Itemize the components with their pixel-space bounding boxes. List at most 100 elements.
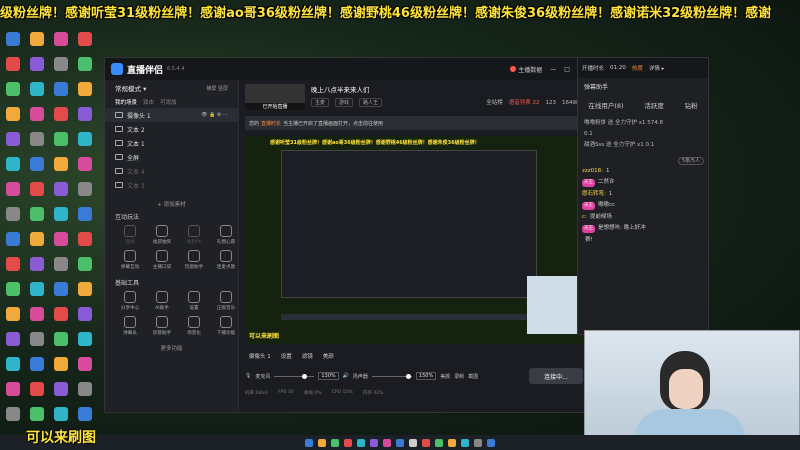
source-tools[interactable]: 👁 🔒 ⚙ ⋯ <box>201 112 228 118</box>
taskbar-app-icon[interactable] <box>461 438 469 447</box>
desktop-shortcut-icon[interactable] <box>2 157 24 172</box>
tool-item[interactable]: 连线 <box>117 225 143 245</box>
screenshot-button[interactable]: 截图 <box>468 373 478 380</box>
desktop-shortcut-icon[interactable] <box>50 207 72 222</box>
speaker-icon[interactable]: 🔊 <box>343 373 349 379</box>
filter-tab[interactable]: 滤镜 <box>302 352 313 360</box>
tool-item[interactable]: 弹幕互动 <box>117 250 143 270</box>
desktop-shortcut-icon[interactable] <box>26 157 48 172</box>
desktop-shortcut-icon[interactable] <box>74 182 96 197</box>
taskbar-app-icon[interactable] <box>487 438 495 447</box>
tool-item[interactable]: 发起PK <box>181 225 207 245</box>
tool-item[interactable]: 连麦点歌 <box>213 250 239 270</box>
desktop-shortcut-icon[interactable] <box>26 257 48 272</box>
desktop-shortcut-icon[interactable] <box>2 232 24 247</box>
desktop-shortcut-icon[interactable] <box>26 107 48 122</box>
taskbar-app-icon[interactable] <box>305 438 313 447</box>
desktop-shortcut-icon[interactable] <box>74 282 96 297</box>
desktop-shortcut-icon[interactable] <box>50 182 72 197</box>
desktop-shortcut-icon[interactable] <box>74 232 96 247</box>
desktop-shortcut-icon[interactable] <box>26 232 48 247</box>
tab-diamond-fans[interactable]: 钻粉 <box>685 100 698 110</box>
tool-item[interactable]: AI助手 <box>149 291 175 311</box>
taskbar-app-icon[interactable] <box>344 438 352 447</box>
tool-item[interactable]: 福袋抽奖 <box>149 225 175 245</box>
desktop-shortcut-icon[interactable] <box>26 307 48 322</box>
desktop-shortcut-icon[interactable] <box>74 107 96 122</box>
tool-item[interactable]: 弹幕员 <box>117 316 143 336</box>
taskbar-app-icon[interactable] <box>357 438 365 447</box>
source-item[interactable]: 文本 3 <box>105 178 238 192</box>
desktop-shortcut-icon[interactable] <box>50 257 72 272</box>
tool-item[interactable]: 玩耍助手 <box>181 250 207 270</box>
taskbar-app-icon[interactable] <box>409 438 417 447</box>
desktop-shortcut-icon[interactable] <box>50 107 72 122</box>
mic-slider[interactable] <box>274 373 315 379</box>
tool-item[interactable]: 房管助手 <box>149 316 175 336</box>
desktop-shortcut-icon[interactable] <box>26 82 48 97</box>
desktop-shortcut-icon[interactable] <box>26 407 48 422</box>
desktop-shortcut-icon[interactable] <box>74 57 96 72</box>
tool-item[interactable]: 正版音乐 <box>213 291 239 311</box>
camera-tab[interactable]: 摄像头 1 <box>249 352 271 360</box>
add-source-button[interactable]: + 添加素材 <box>105 200 238 208</box>
desktop-shortcut-icon[interactable] <box>26 182 48 197</box>
desktop-shortcut-icon[interactable] <box>2 282 24 297</box>
record-button[interactable]: 录制 <box>454 373 464 380</box>
desktop-shortcut-icon[interactable] <box>2 82 24 97</box>
desktop-shortcut-icon[interactable] <box>2 57 24 72</box>
taskbar-app-icon[interactable] <box>318 438 326 447</box>
desktop-shortcut-icon[interactable] <box>26 332 48 347</box>
desktop-shortcut-icon[interactable] <box>50 232 72 247</box>
source-item[interactable]: 摄像头 1 👁 🔒 ⚙ ⋯ <box>105 108 238 122</box>
desktop-shortcut-icon[interactable] <box>74 307 96 322</box>
desktop-shortcut-icon[interactable] <box>2 132 24 147</box>
desktop-shortcut-icon[interactable] <box>74 207 96 222</box>
desktop-shortcut-icon[interactable] <box>26 282 48 297</box>
source-item[interactable]: 全屏 <box>105 150 238 164</box>
tool-item[interactable]: 场景化 <box>181 316 207 336</box>
beauty-tab[interactable]: 美颜 <box>323 352 334 360</box>
desktop-shortcut-icon[interactable] <box>50 307 72 322</box>
desktop-shortcut-icon[interactable] <box>74 332 96 347</box>
desktop-shortcut-icon[interactable] <box>74 407 96 422</box>
taskbar-app-icon[interactable] <box>370 438 378 447</box>
more-functions-button[interactable]: 更多功能 <box>105 344 238 352</box>
desktop-shortcut-icon[interactable] <box>26 57 48 72</box>
maximize-button[interactable]: □ <box>564 66 570 73</box>
desktop-shortcut-icon[interactable] <box>2 332 24 347</box>
minimize-button[interactable]: — <box>550 66 556 73</box>
taskbar-app-icon[interactable] <box>474 438 482 447</box>
tool-item[interactable]: 分享中心 <box>117 291 143 311</box>
desktop-shortcut-icon[interactable] <box>2 382 24 397</box>
desktop-shortcut-icon[interactable] <box>2 207 24 222</box>
source-item[interactable]: 文本 1 <box>105 136 238 150</box>
start-live-button[interactable]: 连接中... <box>529 368 583 384</box>
chat-message[interactable]: 天王 二然许 <box>582 178 704 187</box>
desktop-shortcut-icon[interactable] <box>26 207 48 222</box>
anchor-data-button[interactable]: 主播数据 <box>510 65 542 74</box>
stream-preview[interactable]: 感谢听莹31级粉丝牌！感谢ao哥36级粉丝牌！感谢野桃46级粉丝牌！感谢朱俊36… <box>245 136 583 344</box>
chat-message[interactable]: 天王 嗷嗷cc <box>582 201 704 210</box>
desktop-shortcut-icon[interactable] <box>2 182 24 197</box>
desktop-shortcut-icon[interactable] <box>74 382 96 397</box>
room-title[interactable]: 晚上八点半来来人们 <box>311 84 382 94</box>
desktop-shortcut-icon[interactable] <box>74 157 96 172</box>
chat-message[interactable]: c: 提前候场 <box>582 213 704 221</box>
tab-my-scenes[interactable]: 我的场景 <box>115 98 137 106</box>
desktop-shortcut-icon[interactable] <box>2 307 24 322</box>
notice-bar[interactable]: 您的 直播时长 当主播已开启了直播画面打开，点击前往使用 <box>245 116 583 130</box>
chat-message[interactable]: zzz018: 1 <box>582 167 704 175</box>
desktop-shortcut-icon[interactable] <box>50 382 72 397</box>
chat-message[interactable]: 赛! <box>582 236 704 244</box>
desktop-shortcut-icon[interactable] <box>50 357 72 372</box>
desktop-shortcut-icon[interactable] <box>50 407 72 422</box>
tool-item[interactable]: 设置 <box>181 291 207 311</box>
tool-item[interactable]: 礼物心愿 <box>213 225 239 245</box>
details-link[interactable]: 详情 ▸ <box>649 64 665 72</box>
desktop-shortcut-icon[interactable] <box>50 82 72 97</box>
taskbar-app-icon[interactable] <box>435 438 443 447</box>
speaker-slider[interactable] <box>371 373 412 379</box>
desktop-shortcut-icon[interactable] <box>74 132 96 147</box>
desktop-shortcut-icon[interactable] <box>2 32 24 47</box>
